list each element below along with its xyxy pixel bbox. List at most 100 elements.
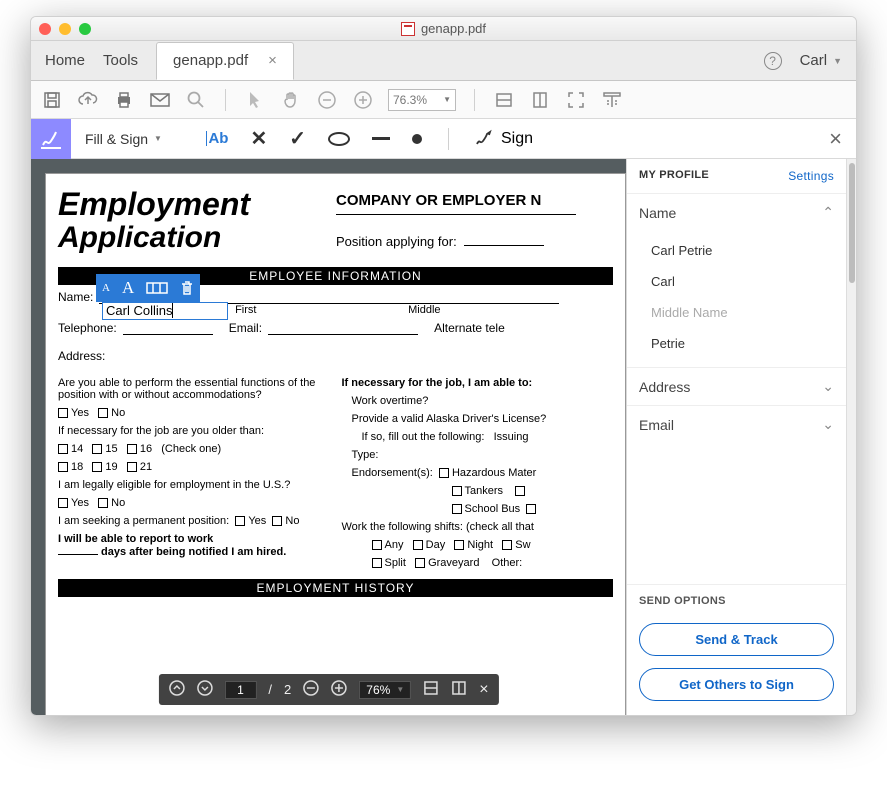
maximize-window-button[interactable] — [79, 23, 91, 35]
zoom-out-icon[interactable] — [316, 89, 338, 111]
name-section-toggle[interactable]: Name ⌃ — [627, 193, 846, 231]
zoom-in-icon[interactable] — [352, 89, 374, 111]
mail-icon[interactable] — [149, 89, 171, 111]
current-page-field[interactable]: 1 — [224, 681, 256, 699]
document-viewport[interactable]: Employment Application COMPANY OR EMPLOY… — [31, 159, 626, 715]
pointer-icon[interactable] — [244, 89, 266, 111]
text-annotation-toolbar: A A — [96, 274, 200, 302]
pdf-page: Employment Application COMPANY OR EMPLOY… — [45, 173, 626, 715]
my-profile-label: MY PROFILE — [639, 169, 709, 183]
help-icon[interactable]: ? — [764, 52, 782, 70]
app-window: genapp.pdf Home Tools genapp.pdf × ? Car… — [30, 16, 857, 716]
company-label: COMPANY OR EMPLOYER N — [336, 192, 541, 209]
report-bold: I will be able to report to work — [58, 533, 213, 545]
email-section-label: Email — [639, 417, 674, 433]
send-and-track-button[interactable]: Send & Track — [639, 623, 834, 656]
profile-firstname[interactable]: Carl — [627, 266, 846, 297]
user-name: Carl — [800, 52, 828, 69]
name-text-input[interactable]: Carl Collins — [102, 302, 228, 320]
pdf-file-icon — [401, 22, 415, 36]
tab-tools[interactable]: Tools — [103, 52, 138, 69]
main-toolbar: 76.3% ▼ — [31, 81, 856, 119]
name-section-label: Name — [639, 205, 676, 221]
first-label: First — [235, 304, 405, 316]
total-pages: 2 — [284, 682, 291, 697]
fit-page-icon[interactable] — [529, 89, 551, 111]
profile-lastname[interactable]: Petrie — [627, 328, 846, 359]
zoom-in-button[interactable] — [331, 680, 347, 699]
add-text-tool[interactable]: Ab — [206, 130, 229, 147]
scrollbar[interactable] — [846, 159, 856, 715]
spacing-button[interactable] — [146, 281, 168, 295]
telephone-label: Telephone: — [58, 321, 117, 335]
chevron-down-icon: ▼ — [154, 134, 162, 143]
window-title: genapp.pdf — [421, 21, 486, 36]
get-others-to-sign-button[interactable]: Get Others to Sign — [639, 668, 834, 701]
tab-document-label: genapp.pdf — [173, 52, 248, 69]
user-menu[interactable]: Carl ▼ — [800, 52, 842, 69]
close-toolbar-button[interactable]: × — [829, 126, 842, 152]
profile-panel: MY PROFILE Settings Name ⌃ Carl Petrie C… — [626, 159, 846, 715]
position-label: Position applying for: — [336, 234, 457, 249]
view-mode-button[interactable] — [451, 680, 467, 699]
email-section-toggle[interactable]: Email ⌄ — [627, 405, 846, 443]
zoom-out-button[interactable] — [303, 680, 319, 699]
tab-document-active[interactable]: genapp.pdf × — [156, 42, 294, 80]
checkmark-tool[interactable]: ✓ — [289, 126, 306, 151]
close-nav-button[interactable]: × — [479, 681, 488, 699]
address-label: Address: — [58, 349, 105, 363]
if-necessary-heading: If necessary for the job, I am able to: — [342, 377, 614, 389]
dot-tool[interactable] — [412, 134, 422, 144]
fullscreen-icon[interactable] — [565, 89, 587, 111]
fit-width-icon[interactable] — [493, 89, 515, 111]
middle-label: Middle — [408, 304, 440, 316]
chevron-down-icon: ▼ — [443, 95, 451, 104]
save-icon[interactable] — [41, 89, 63, 111]
page-separator: / — [268, 682, 272, 697]
chevron-down-icon: ⌄ — [822, 416, 834, 433]
page-up-button[interactable] — [168, 680, 184, 699]
search-icon[interactable] — [185, 89, 207, 111]
tab-home[interactable]: Home — [45, 52, 85, 69]
address-section-toggle[interactable]: Address ⌄ — [627, 367, 846, 405]
titlebar[interactable]: genapp.pdf — [31, 17, 856, 41]
fill-sign-badge-icon — [31, 119, 71, 159]
section-employment-history: EMPLOYMENT HISTORY — [58, 579, 613, 597]
zoom-level-field[interactable]: 76.3% ▼ — [388, 89, 456, 111]
entered-name-value: Carl Collins — [106, 303, 172, 318]
q-eligible: I am legally eligible for employment in … — [58, 479, 330, 491]
fill-sign-dropdown[interactable]: Fill & Sign ▼ — [71, 131, 176, 147]
hand-pan-icon[interactable] — [280, 89, 302, 111]
scrollbar-thumb[interactable] — [849, 163, 855, 283]
profile-fullname[interactable]: Carl Petrie — [627, 235, 846, 266]
q-older-than: If necessary for the job are you older t… — [58, 425, 330, 437]
tab-bar: Home Tools genapp.pdf × ? Carl ▼ — [31, 41, 856, 81]
page-nav-toolbar: 1 / 2 76%▼ × — [158, 674, 498, 705]
text-size-small-button[interactable]: A — [102, 282, 110, 294]
chevron-down-icon: ▼ — [833, 56, 842, 66]
profile-middlename-placeholder[interactable]: Middle Name — [627, 297, 846, 328]
sign-tool[interactable]: Sign — [475, 130, 533, 148]
name-field-label: Name: — [58, 290, 93, 304]
cloud-upload-icon[interactable] — [77, 89, 99, 111]
crossmark-tool[interactable]: ✕ — [250, 126, 267, 151]
fill-sign-label: Fill & Sign — [85, 131, 148, 147]
chevron-down-icon: ⌄ — [822, 378, 834, 395]
print-icon[interactable] — [113, 89, 135, 111]
page-down-button[interactable] — [196, 680, 212, 699]
line-tool[interactable] — [372, 137, 390, 140]
delete-annotation-button[interactable] — [180, 280, 194, 296]
email-label: Email: — [229, 321, 262, 335]
zoom-dropdown[interactable]: 76%▼ — [359, 681, 411, 699]
zoom-level-value: 76.3% — [393, 93, 427, 107]
address-section-label: Address — [639, 379, 690, 395]
reading-mode-icon[interactable] — [601, 89, 623, 111]
q-essential-functions: Are you able to perform the essential fu… — [58, 377, 330, 401]
minimize-window-button[interactable] — [59, 23, 71, 35]
circle-tool[interactable] — [328, 132, 350, 146]
close-tab-button[interactable]: × — [268, 52, 277, 69]
settings-link[interactable]: Settings — [788, 169, 834, 183]
close-window-button[interactable] — [39, 23, 51, 35]
text-size-large-button[interactable]: A — [122, 278, 134, 298]
fit-button[interactable] — [423, 680, 439, 699]
